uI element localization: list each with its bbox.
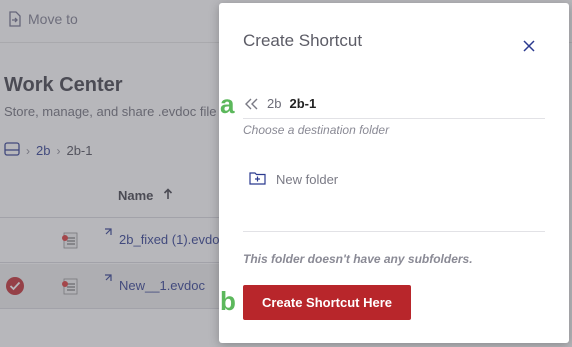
annotation-label-a: a <box>220 89 235 119</box>
breadcrumb-parent-folder[interactable]: 2b <box>267 96 281 111</box>
annotation-label-b: b <box>220 286 236 316</box>
divider <box>243 231 545 232</box>
new-folder-button[interactable]: New folder <box>249 171 338 188</box>
empty-folder-message: This folder doesn't have any subfolders. <box>243 252 473 266</box>
new-folder-label: New folder <box>276 172 339 187</box>
create-shortcut-here-button[interactable]: Create Shortcut Here <box>243 285 411 320</box>
close-icon[interactable] <box>521 38 537 54</box>
new-folder-icon <box>249 171 266 188</box>
double-chevron-left-icon[interactable] <box>245 98 259 110</box>
create-shortcut-dialog: Create Shortcut a 2b 2b-1 Choose a desti… <box>219 3 569 343</box>
dialog-breadcrumb: 2b 2b-1 <box>245 96 316 111</box>
divider <box>243 118 545 119</box>
destination-hint: Choose a destination folder <box>243 123 390 137</box>
breadcrumb-current-folder: 2b-1 <box>289 96 317 111</box>
dialog-title: Create Shortcut <box>243 31 363 50</box>
